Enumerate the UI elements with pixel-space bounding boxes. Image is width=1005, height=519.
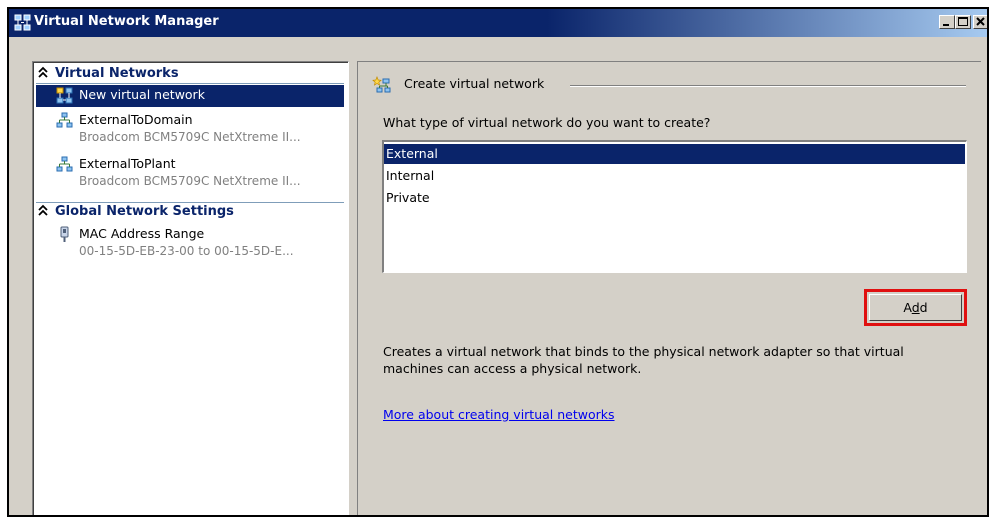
mac-range-value: 00-15-5D-EB-23-00 to 00-15-5D-E... [79, 244, 294, 258]
help-link[interactable]: More about creating virtual networks [383, 407, 615, 422]
group-title: Create virtual network [404, 76, 545, 91]
collapse-chevron-icon[interactable] [38, 204, 48, 218]
option-external[interactable]: External [384, 144, 965, 164]
navigation-pane: Virtual Networks New virtual network Ext… [32, 61, 349, 515]
close-button[interactable] [973, 15, 987, 29]
network-icon [56, 112, 74, 130]
section-title: Virtual Networks [55, 66, 179, 81]
option-private[interactable]: Private [384, 188, 965, 208]
virtual-network-manager-window: Virtual Network Manager Virtual Networks [7, 7, 989, 517]
mac-address-icon [56, 226, 74, 244]
group-divider [570, 85, 966, 87]
sidebar-item-label: ExternalToPlant [79, 156, 176, 171]
sidebar-item-external-to-domain[interactable]: ExternalToDomain Broadcom BCM5709C NetXt… [36, 110, 344, 150]
add-button[interactable]: Add [869, 294, 962, 321]
sidebar-item-label: New virtual network [79, 87, 205, 102]
adapter-name: Broadcom BCM5709C NetXtreme II... [79, 174, 301, 188]
details-pane: Create virtual network What type of virt… [357, 61, 981, 515]
network-type-question: What type of virtual network do you want… [383, 115, 711, 130]
section-virtual-networks[interactable]: Virtual Networks [36, 65, 344, 84]
network-type-description: Creates a virtual network that binds to … [383, 344, 904, 376]
minimize-icon [943, 24, 949, 26]
sidebar-item-label: MAC Address Range [79, 226, 205, 241]
sidebar-item-label: ExternalToDomain [79, 112, 193, 127]
maximize-button[interactable] [955, 15, 971, 29]
minimize-button[interactable] [939, 15, 955, 29]
window-title: Virtual Network Manager [34, 14, 219, 29]
sidebar-item-external-to-plant[interactable]: ExternalToPlant Broadcom BCM5709C NetXtr… [36, 154, 344, 194]
sidebar-item-mac-address-range[interactable]: MAC Address Range 00-15-5D-EB-23-00 to 0… [36, 224, 344, 264]
create-network-icon [372, 76, 392, 94]
network-type-listbox[interactable]: External Internal Private [382, 140, 967, 273]
adapter-name: Broadcom BCM5709C NetXtreme II... [79, 130, 301, 144]
title-bar[interactable]: Virtual Network Manager [9, 9, 987, 37]
maximize-icon [958, 17, 968, 26]
network-manager-icon [14, 14, 32, 32]
network-icon [56, 156, 74, 174]
section-global-network-settings[interactable]: Global Network Settings [36, 202, 344, 221]
close-icon [976, 17, 985, 26]
option-internal[interactable]: Internal [384, 166, 965, 186]
sidebar-item-new-virtual-network[interactable]: New virtual network [36, 85, 344, 107]
section-title: Global Network Settings [55, 204, 234, 219]
collapse-chevron-icon[interactable] [38, 66, 48, 80]
new-network-icon [56, 87, 74, 105]
